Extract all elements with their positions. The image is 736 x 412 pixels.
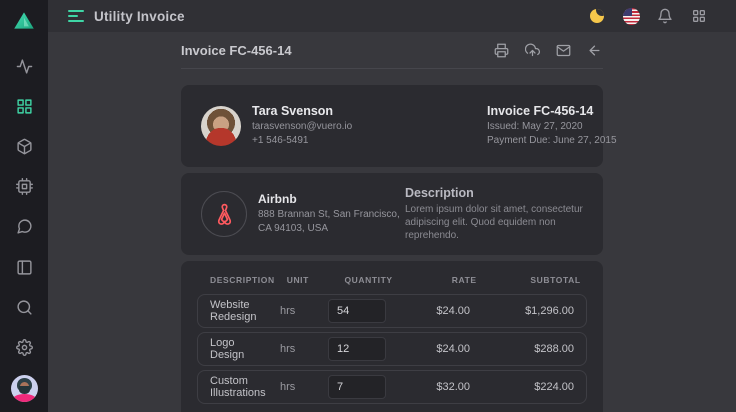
logo-triangle-icon <box>11 8 37 34</box>
company-address-line2: CA 94103, USA <box>258 222 400 236</box>
layout-sidebar-icon[interactable] <box>12 255 36 279</box>
menu-toggle-icon[interactable] <box>68 10 84 22</box>
grid-icon[interactable] <box>12 94 36 118</box>
item-subtotal: $288.00 <box>482 343 574 355</box>
company-address-line1: 888 Brannan St, San Francisco, <box>258 208 400 222</box>
item-description: Website Redesign <box>210 299 268 323</box>
cpu-icon[interactable] <box>12 174 36 198</box>
main-area: Utility Invoice Invoice FC-456-14 <box>48 0 736 412</box>
description-text: Lorem ipsum dolor sit amet, consectetur … <box>405 203 583 242</box>
invoice-page-header: Invoice FC-456-14 <box>181 39 603 69</box>
icon-sidebar <box>0 0 48 412</box>
invoice-due-date: Payment Due: June 27, 2015 <box>487 134 583 148</box>
item-unit: hrs <box>280 381 316 393</box>
col-header-unit: UNIT <box>287 275 323 285</box>
app-window: Utility Invoice Invoice FC-456-14 <box>0 0 736 412</box>
item-description: Custom Illustrations <box>210 375 268 399</box>
customer-phone: +1 546-5491 <box>252 134 352 148</box>
arrow-left-icon[interactable] <box>587 43 603 59</box>
sidebar-nav <box>12 46 36 246</box>
quantity-input[interactable] <box>328 375 386 399</box>
table-row: Custom Illustrations hrs $32.00 $224.00 <box>197 370 587 404</box>
invoice-number: Invoice FC-456-14 <box>487 104 583 118</box>
table-header-row: DESCRIPTION UNIT QUANTITY RATE SUBTOTAL <box>197 275 587 285</box>
company-name: Airbnb <box>258 192 400 206</box>
customer-email: tarasvenson@vuero.io <box>252 120 352 134</box>
app-logo[interactable] <box>9 6 39 36</box>
invoice-issued-date: Issued: May 27, 2020 <box>487 120 583 134</box>
search-icon[interactable] <box>12 295 36 319</box>
cloud-upload-icon[interactable] <box>525 43 541 59</box>
table-row: Website Redesign hrs $24.00 $1,296.00 <box>197 294 587 328</box>
message-circle-icon[interactable] <box>12 214 36 238</box>
table-row: Logo Design hrs $24.00 $288.00 <box>197 332 587 366</box>
invoice-actions <box>494 43 603 59</box>
item-rate: $24.00 <box>398 343 470 355</box>
invoice-title: Invoice FC-456-14 <box>181 43 292 58</box>
item-unit: hrs <box>280 305 316 317</box>
airbnb-logo-icon <box>201 191 247 237</box>
customer-name: Tara Svenson <box>252 104 352 118</box>
item-description: Logo Design <box>210 337 268 361</box>
activity-icon[interactable] <box>12 54 36 78</box>
item-rate: $32.00 <box>398 381 470 393</box>
content-area: Invoice FC-456-14 <box>48 32 736 412</box>
customer-photo-avatar <box>201 106 241 146</box>
col-header-rate: RATE <box>405 275 477 285</box>
item-subtotal: $224.00 <box>482 381 574 393</box>
printer-icon[interactable] <box>494 43 510 59</box>
col-header-description: DESCRIPTION <box>210 275 275 285</box>
description-heading: Description <box>405 186 583 200</box>
mail-icon[interactable] <box>556 43 572 59</box>
page-title: Utility Invoice <box>94 9 185 24</box>
col-header-quantity: QUANTITY <box>335 275 393 285</box>
apps-grid-icon[interactable] <box>690 7 708 25</box>
user-avatar[interactable] <box>11 375 38 402</box>
invoice-header-card: Tara Svenson tarasvenson@vuero.io +1 546… <box>181 85 603 167</box>
moon-icon[interactable] <box>588 7 606 25</box>
company-card: Airbnb 888 Brannan St, San Francisco, CA… <box>181 173 603 255</box>
item-rate: $24.00 <box>398 305 470 317</box>
item-unit: hrs <box>280 343 316 355</box>
top-navbar: Utility Invoice <box>48 0 736 32</box>
quantity-input[interactable] <box>328 337 386 361</box>
bell-icon[interactable] <box>656 7 674 25</box>
gear-icon[interactable] <box>12 335 36 359</box>
box-icon[interactable] <box>12 134 36 158</box>
navbar-actions <box>588 7 708 25</box>
quantity-input[interactable] <box>328 299 386 323</box>
us-flag-icon[interactable] <box>622 7 640 25</box>
col-header-subtotal: SUBTOTAL <box>489 275 581 285</box>
item-subtotal: $1,296.00 <box>482 305 574 317</box>
line-items-card: DESCRIPTION UNIT QUANTITY RATE SUBTOTAL … <box>181 261 603 412</box>
